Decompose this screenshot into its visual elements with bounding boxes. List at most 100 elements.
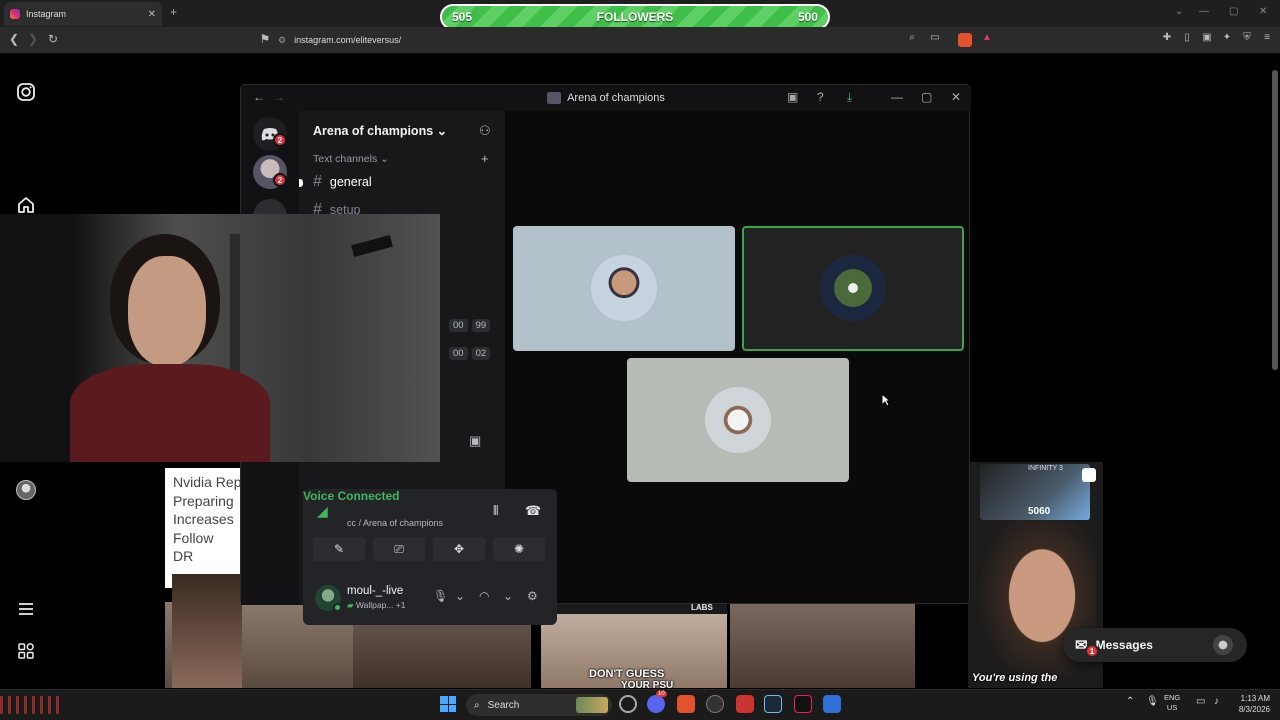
window-maximize-button[interactable]: ▢: [1229, 6, 1238, 17]
unread-indicator: [299, 179, 303, 187]
sidebar-icon[interactable]: ▯: [1180, 32, 1194, 46]
category-header[interactable]: Text channels ⌄: [313, 153, 389, 165]
language-indicator[interactable]: ENG US: [1164, 693, 1180, 713]
download-icon[interactable]: ⤓: [847, 90, 852, 105]
screen-share-button[interactable]: ⎚: [373, 537, 425, 561]
server-thumbnail-icon: [547, 92, 562, 104]
channel-name: general: [329, 175, 372, 189]
tab-close-icon[interactable]: ✕: [148, 9, 156, 20]
brave-shield-icon[interactable]: [958, 33, 972, 47]
clock-time: 1:13 AM: [1240, 694, 1270, 703]
steam-taskbar-icon[interactable]: [764, 695, 782, 713]
windows-start-icon[interactable]: [440, 696, 456, 712]
post-thumbnail[interactable]: LABS DON'T GUESS YOUR PSU: [541, 602, 727, 688]
activities-button[interactable]: ✥: [433, 537, 485, 561]
server-badge: 2: [273, 173, 287, 187]
bookmark-icon[interactable]: ⚑: [257, 32, 273, 46]
profile-avatar[interactable]: [16, 480, 36, 500]
discord-forward-icon[interactable]: →: [273, 90, 285, 104]
brave-rewards-icon[interactable]: ▲: [980, 32, 994, 46]
voice-participant-tile[interactable]: [513, 226, 735, 351]
tray-mic-icon[interactable]: 🎙︎: [1146, 696, 1159, 707]
mic-chevron-icon[interactable]: ⌄: [455, 589, 465, 603]
mouse-cursor-icon: [881, 392, 892, 412]
cast-icon[interactable]: ▭: [928, 32, 942, 46]
menu-icon[interactable]: ≡: [1260, 32, 1274, 46]
discord-taskbar-icon[interactable]: [647, 695, 665, 713]
window-minimize-button[interactable]: —: [1199, 6, 1209, 17]
tab-search-chevron-icon[interactable]: ⌄: [1175, 6, 1183, 17]
home-icon[interactable]: [16, 195, 36, 215]
server-name-header[interactable]: Arena of champions ⌄: [313, 123, 447, 138]
taskbar-widget[interactable]: [0, 696, 60, 714]
window-close-button[interactable]: ✕: [1259, 6, 1267, 17]
soundboard-button[interactable]: ✺: [493, 537, 545, 561]
signal-strength-icon[interactable]: ◢: [317, 503, 328, 520]
search-icon: ⌕: [474, 699, 480, 711]
lang-bottom: US: [1166, 703, 1178, 712]
post-face-image: [172, 574, 242, 688]
more-menu-icon[interactable]: [16, 600, 36, 620]
headphone-chevron-icon[interactable]: ⌄: [503, 589, 513, 603]
channel-general[interactable]: # general: [313, 173, 372, 191]
discord-close-button[interactable]: ✕: [951, 90, 961, 104]
discord-back-icon[interactable]: ←: [253, 90, 265, 104]
inbox-icon[interactable]: ▣: [787, 90, 798, 104]
tray-chevron-icon[interactable]: ⌃: [1126, 696, 1134, 707]
popout-stream-icon[interactable]: ▣: [469, 433, 481, 449]
zoom-icon[interactable]: ⌕: [905, 32, 919, 46]
tab-title: Instagram: [26, 9, 67, 19]
invite-people-icon[interactable]: ⚇: [479, 123, 491, 139]
taskbar-search-label: Search: [487, 699, 520, 711]
instagram-favicon-icon: [10, 9, 20, 19]
taskbar-app-icon[interactable]: [619, 695, 637, 713]
leo-ai-icon[interactable]: ✦: [1220, 32, 1234, 46]
new-tab-button[interactable]: +: [170, 5, 177, 19]
timer-segment: 00: [449, 347, 468, 360]
taskbar-app-icon[interactable]: [736, 695, 754, 713]
voice-status[interactable]: Voice Connected: [303, 489, 557, 503]
site-info-icon[interactable]: ⚙: [278, 35, 286, 46]
messages-button[interactable]: ✉ 1 Messages: [1063, 628, 1247, 662]
user-name[interactable]: moul-_-live: [347, 585, 403, 597]
help-icon[interactable]: ?: [817, 90, 824, 104]
headphones-icon[interactable]: ◠: [479, 589, 489, 603]
wallet-icon[interactable]: ▣: [1200, 32, 1214, 46]
post-thumbnail[interactable]: [730, 602, 915, 688]
instagram-logo-icon[interactable]: [16, 82, 36, 102]
post-caption-dont-guess: DON'T GUESS: [589, 668, 665, 680]
discord-minimize-button[interactable]: —: [891, 90, 903, 104]
voice-participant-tile[interactable]: [627, 358, 849, 482]
microphone-icon[interactable]: 🎙︎: [433, 589, 448, 603]
activities-icon: ✥: [453, 542, 465, 556]
voice-participant-tile-speaking[interactable]: [742, 226, 964, 351]
disconnect-icon[interactable]: ☎: [525, 503, 541, 519]
brave-taskbar-icon[interactable]: [677, 695, 695, 713]
noise-suppression-icon[interactable]: ⫴: [493, 503, 498, 519]
post-caption-using: You're using the: [972, 672, 1058, 684]
nvidia-news-card[interactable]: Nvidia Rep Preparing Increases Follow DR: [165, 468, 241, 588]
game-controller-icon: ▰: [347, 600, 356, 610]
camera-off-button[interactable]: ✎: [313, 537, 365, 561]
taskbar-app-icon[interactable]: [706, 695, 724, 713]
voice-channel-path[interactable]: cc / Arena of champions: [347, 518, 443, 528]
system-clock[interactable]: 1:13 AM 8/3/2026: [1200, 693, 1270, 715]
reload-icon[interactable]: ↻: [45, 32, 61, 46]
back-icon[interactable]: ❮: [6, 32, 22, 46]
taskbar-search[interactable]: ⌕ Search: [466, 694, 612, 716]
create-channel-icon[interactable]: +: [481, 151, 489, 166]
discord-maximize-button[interactable]: ▢: [921, 90, 932, 104]
page-scrollbar-thumb[interactable]: [1272, 70, 1278, 370]
also-from-meta-icon[interactable]: [16, 641, 36, 661]
tiktok-taskbar-icon[interactable]: [794, 695, 812, 713]
vpn-icon[interactable]: ⛨: [1240, 32, 1254, 46]
server-name: Arena of champions: [313, 124, 434, 138]
lang-top: ENG: [1164, 693, 1181, 702]
extensions-icon[interactable]: ✚: [1160, 32, 1174, 46]
forward-icon[interactable]: ❯: [25, 32, 41, 46]
settings-gear-icon[interactable]: ⚙: [527, 589, 538, 603]
discord-window-title: Arena of champions: [567, 92, 665, 104]
browser-tab-instagram[interactable]: Instagram ✕: [4, 2, 162, 26]
url-bar[interactable]: ⚙ instagram.com/eliteversus/: [278, 31, 998, 49]
taskbar-app-icon[interactable]: [823, 695, 841, 713]
